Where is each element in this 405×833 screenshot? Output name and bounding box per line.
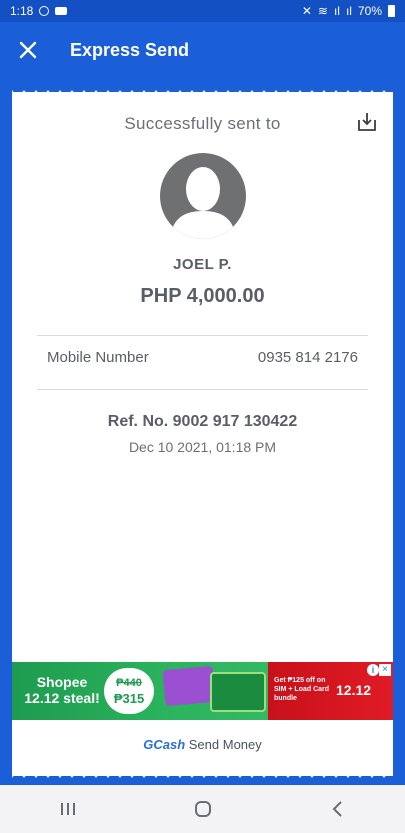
ad-price-old: ₱440 [116,677,142,689]
divider-top [37,335,368,336]
transaction-datetime: Dec 10 2021, 01:18 PM [128,439,277,455]
recent-apps-button[interactable] [38,789,98,829]
ad-date-text: 12.12 [336,682,372,698]
back-button[interactable] [308,789,368,829]
battery-icon [388,5,395,17]
gcash-logo: GCash [143,737,186,752]
mobile-number-value: 0935 814 2176 [257,349,358,366]
app-header: Express Send [0,22,405,78]
ad-brand-line2: 12.12 steal! [24,690,100,706]
page-title: Express Send [70,39,190,60]
close-icon [19,41,37,59]
recent-apps-icon [60,803,75,815]
video-icon [55,7,68,15]
battery-level: 70% [357,4,382,18]
divider-bottom [37,389,368,390]
ad-banner[interactable]: Shopee 12.12 steal! ₱440 ₱315 Get ₱125 o… [12,662,393,720]
messenger-icon [39,6,50,16]
receipt-card: Successfully sent to JOEL P. PHP 4,000.0… [12,92,393,776]
ad-info-icon[interactable]: i [367,664,379,676]
system-nav-bar [0,785,405,833]
amount-sent: PHP 4,000.00 [140,285,265,307]
success-message: Successfully sent to [124,114,281,133]
wifi-icon: ≋ [317,4,328,18]
download-button[interactable] [355,110,379,134]
home-button[interactable] [173,789,233,829]
ad-brand-text: Shopee 12.12 steal! [22,674,102,706]
ad-price-new: ₱315 [113,691,145,706]
mobile-number-row: Mobile Number 0935 814 2176 [47,349,358,366]
ad-close-icon[interactable]: × [379,664,391,676]
ad-sim-card-image [162,665,216,707]
status-bar: 1:18 ✕ ≋ ıl ıl 70% [0,0,405,22]
close-button[interactable] [0,22,56,78]
ad-price-badge: ₱440 ₱315 [104,668,154,714]
ad-right-panel: Get ₱125 off on SIM + Load Card bundle 1… [268,662,393,720]
ad-left-panel: Shopee 12.12 steal! ₱440 ₱315 [12,662,268,720]
signal-icon-2: ıl [345,4,352,18]
footer-brand: GCash Send Money [12,737,393,752]
ad-promo-text: Get ₱125 off on SIM + Load Card bundle [274,677,330,702]
download-icon [358,113,376,131]
reference-number: Ref. No. 9002 917 130422 [107,413,298,430]
user-silhouette-icon [170,167,236,239]
mute-icon: ✕ [301,4,312,18]
signal-icon: ıl [333,4,340,18]
avatar [160,153,246,239]
status-time: 1:18 [10,4,34,18]
footer-text: Send Money [188,737,262,752]
mobile-number-label: Mobile Number [47,349,149,366]
recipient-name: JOEL P. [173,256,232,273]
ad-load-card-image [210,672,266,712]
home-icon [194,801,211,817]
ad-brand-line1: Shopee [36,674,88,690]
back-icon [332,801,342,817]
